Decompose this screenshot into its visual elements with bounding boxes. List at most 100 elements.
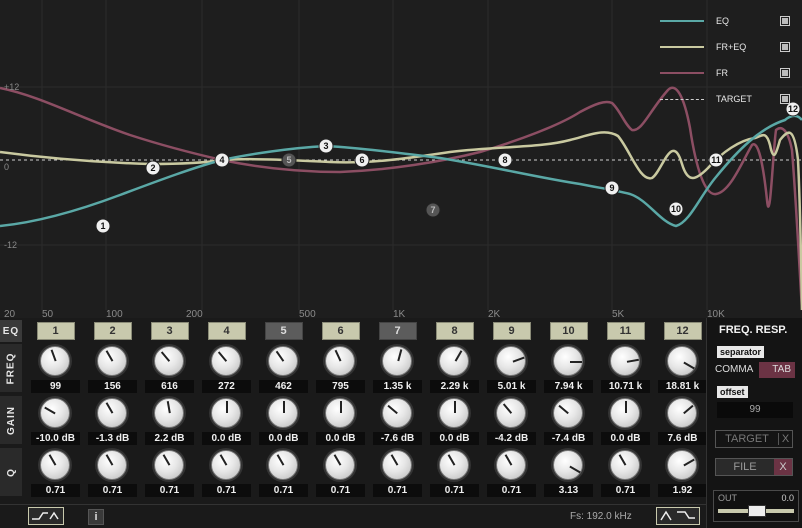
q-value[interactable]: 0.71 (202, 484, 251, 497)
band-toggle[interactable]: 12 (654, 322, 711, 340)
band-toggle[interactable]: 5 (255, 322, 312, 340)
freq-knob[interactable] (40, 346, 70, 376)
q-knob[interactable] (97, 450, 127, 480)
freq-knob[interactable] (97, 346, 127, 376)
freq-value[interactable]: 5.01 k (487, 380, 536, 393)
freq-value[interactable]: 99 (31, 380, 80, 393)
band-toggle[interactable]: 8 (426, 322, 483, 340)
q-knob[interactable] (211, 450, 241, 480)
frequency-response-graph[interactable]: 1 2 4 5 3 6 7 8 9 10 11 12 +12 0 -12 20 50 100 200 … (0, 0, 802, 318)
band-number[interactable]: 11 (606, 322, 645, 340)
gain-value[interactable]: 2.2 dB (145, 432, 194, 445)
freq-value[interactable]: 156 (88, 380, 137, 393)
freq-knob[interactable] (325, 346, 355, 376)
legend-target[interactable]: TARGET (660, 86, 790, 112)
tab-gain[interactable]: GAIN (0, 396, 22, 444)
separator-tab-option[interactable]: TAB (759, 362, 795, 378)
band-toggle[interactable]: 9 (483, 322, 540, 340)
gain-knob[interactable] (211, 398, 241, 428)
freq-value[interactable]: 18.81 k (658, 380, 707, 393)
q-value[interactable]: 0.71 (373, 484, 422, 497)
freq-knob[interactable] (667, 346, 697, 376)
file-clear-button[interactable]: X (774, 459, 792, 475)
gain-knob[interactable] (268, 398, 298, 428)
q-knob[interactable] (325, 450, 355, 480)
gain-value[interactable]: 0.0 dB (202, 432, 251, 445)
q-knob[interactable] (496, 450, 526, 480)
q-knob[interactable] (610, 450, 640, 480)
gain-knob[interactable] (154, 398, 184, 428)
gain-knob[interactable] (667, 398, 697, 428)
freq-knob[interactable] (610, 346, 640, 376)
freq-value[interactable]: 462 (259, 380, 308, 393)
q-knob[interactable] (439, 450, 469, 480)
band-toggle[interactable]: 2 (84, 322, 141, 340)
freq-value[interactable]: 7.94 k (544, 380, 593, 393)
q-value[interactable]: 0.71 (601, 484, 650, 497)
tab-freq[interactable]: FREQ (0, 344, 22, 392)
gain-knob[interactable] (496, 398, 526, 428)
freq-value[interactable]: 795 (316, 380, 365, 393)
band-number[interactable]: 9 (492, 322, 531, 340)
band-number[interactable]: 6 (321, 322, 360, 340)
freq-value[interactable]: 10.71 k (601, 380, 650, 393)
freq-value[interactable]: 2.29 k (430, 380, 479, 393)
q-knob[interactable] (40, 450, 70, 480)
freq-knob[interactable] (211, 346, 241, 376)
gain-value[interactable]: 0.0 dB (316, 432, 365, 445)
separator-comma-option[interactable]: COMMA (715, 362, 759, 378)
legend-fr-eq[interactable]: FR+EQ (660, 34, 790, 60)
freq-knob[interactable] (439, 346, 469, 376)
band-toggle[interactable]: 10 (540, 322, 597, 340)
band-number[interactable]: 2 (93, 322, 132, 340)
band-toggle[interactable]: 1 (27, 322, 84, 340)
q-knob[interactable] (382, 450, 412, 480)
gain-knob[interactable] (97, 398, 127, 428)
legend-toggle-fr-eq[interactable] (780, 42, 790, 52)
target-clear-button[interactable]: X (778, 433, 792, 445)
gain-knob[interactable] (553, 398, 583, 428)
band-toggle[interactable]: 7 (369, 322, 426, 340)
band-number[interactable]: 4 (207, 322, 246, 340)
band-number[interactable]: 1 (36, 322, 75, 340)
gain-value[interactable]: 7.6 dB (658, 432, 707, 445)
q-value[interactable]: 0.71 (31, 484, 80, 497)
q-knob[interactable] (154, 450, 184, 480)
freq-knob[interactable] (268, 346, 298, 376)
legend-eq[interactable]: EQ (660, 8, 790, 34)
gain-value[interactable]: -7.4 dB (544, 432, 593, 445)
q-value[interactable]: 0.71 (430, 484, 479, 497)
band-toggle[interactable]: 6 (312, 322, 369, 340)
band-toggle[interactable]: 4 (198, 322, 255, 340)
band-number[interactable]: 12 (663, 322, 702, 340)
gain-knob[interactable] (610, 398, 640, 428)
band-toggle[interactable]: 3 (141, 322, 198, 340)
legend-toggle-eq[interactable] (780, 16, 790, 26)
gain-knob[interactable] (382, 398, 412, 428)
band-toggle[interactable]: 11 (597, 322, 654, 340)
q-knob[interactable] (268, 450, 298, 480)
gain-value[interactable]: 0.0 dB (430, 432, 479, 445)
freq-value[interactable]: 616 (145, 380, 194, 393)
freq-knob[interactable] (496, 346, 526, 376)
out-slider-handle[interactable] (748, 505, 766, 517)
band-number[interactable]: 5 (264, 322, 303, 340)
legend-toggle-fr[interactable] (780, 68, 790, 78)
gain-knob[interactable] (40, 398, 70, 428)
gain-value[interactable]: -4.2 dB (487, 432, 536, 445)
freq-knob[interactable] (154, 346, 184, 376)
info-button[interactable]: i (88, 509, 104, 525)
gain-value[interactable]: -7.6 dB (373, 432, 422, 445)
tab-q[interactable]: Q (0, 448, 22, 496)
q-value[interactable]: 1.92 (658, 484, 707, 497)
band-number[interactable]: 7 (378, 322, 417, 340)
tab-eq[interactable]: EQ (0, 320, 22, 342)
q-value[interactable]: 0.71 (487, 484, 536, 497)
q-value[interactable]: 3.13 (544, 484, 593, 497)
band-number[interactable]: 10 (549, 322, 588, 340)
gain-knob[interactable] (325, 398, 355, 428)
legend-fr[interactable]: FR (660, 60, 790, 86)
freq-value[interactable]: 1.35 k (373, 380, 422, 393)
freq-value[interactable]: 272 (202, 380, 251, 393)
gain-value[interactable]: -10.0 dB (31, 432, 80, 445)
